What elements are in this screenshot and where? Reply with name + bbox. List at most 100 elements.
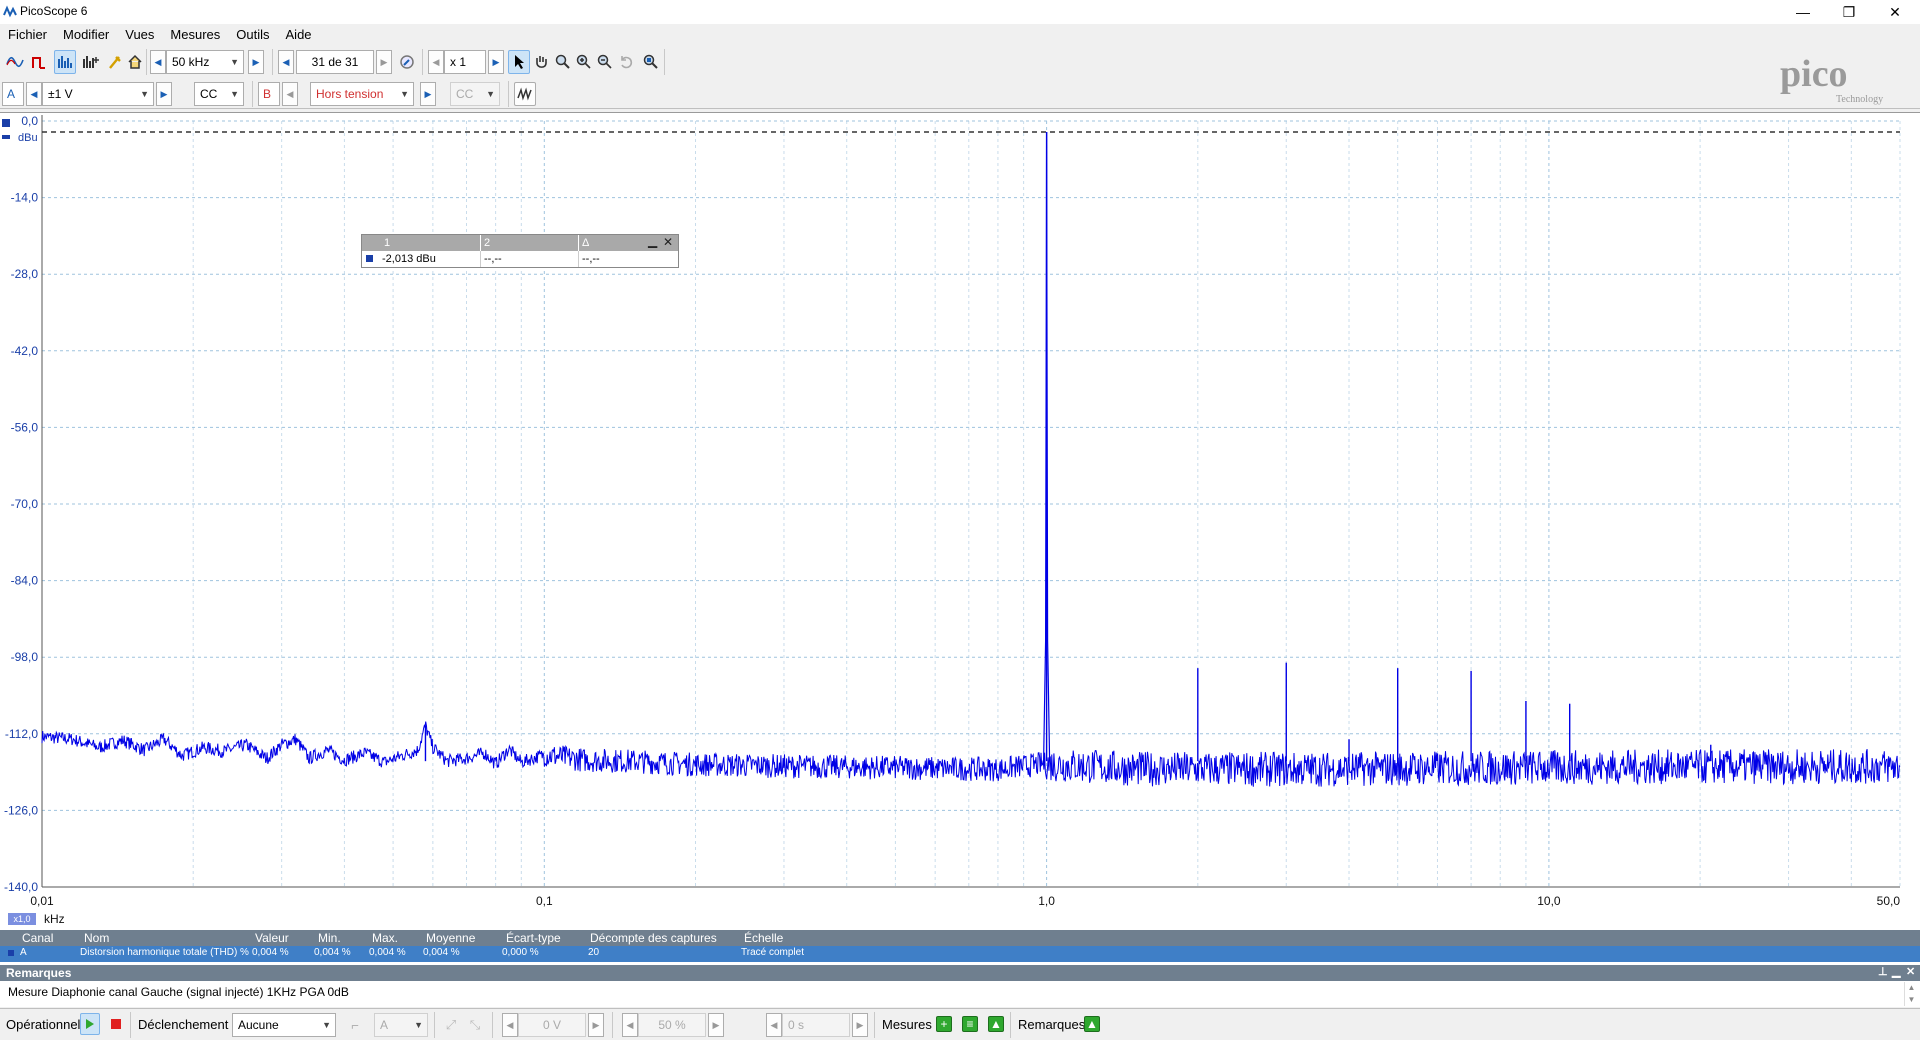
minimize-icon[interactable]: ▁ [1892, 965, 1900, 978]
close-icon[interactable]: ✕ [1906, 965, 1915, 978]
zoom-next-arrow-icon[interactable]: ▶ [488, 50, 504, 74]
falling-edge-icon[interactable]: ⤡ [464, 1013, 486, 1037]
threshold-prev-arrow-icon[interactable]: ◀ [502, 1013, 518, 1037]
trigger-source-select[interactable]: A ▼ [374, 1013, 428, 1037]
spectrum-view[interactable]: 0,0 -14,0 -28,0 -42,0 -56,0 -70,0 -84,0 -98,0 -1… [0, 112, 1920, 930]
y-tick-label: -28,0 [11, 267, 39, 281]
channel-a-range-select[interactable]: ±1 V ▼ [42, 82, 154, 106]
pin-icon[interactable]: ⊥ [1878, 965, 1888, 978]
channel-a-axis-marker [2, 119, 10, 127]
trigger-mode-select[interactable]: Aucune ▼ [232, 1013, 336, 1037]
buffer-navigator-icon[interactable] [396, 50, 418, 74]
menu-fichier[interactable]: Fichier [0, 24, 55, 46]
range-b-next-arrow-icon[interactable]: ▶ [420, 82, 436, 106]
noise-floor-trace [41, 721, 1901, 787]
pointer-tool-icon[interactable] [508, 50, 530, 74]
buffer-position-field[interactable]: 31 de 31 [296, 50, 374, 74]
add-view-icon[interactable] [80, 50, 102, 74]
pretrigger-prev-arrow-icon[interactable]: ◀ [622, 1013, 638, 1037]
close-icon[interactable]: ✕ [663, 235, 673, 249]
x-tick-label: 50,0 [1877, 894, 1901, 908]
cell-canal: A [20, 947, 27, 958]
channel-a-coupling-select[interactable]: CC ▼ [194, 82, 244, 106]
x-zoom-badge: x1,0 [8, 913, 36, 925]
spectrum-chart[interactable]: 0,0 -14,0 -28,0 -42,0 -56,0 -70,0 -84,0 -98,0 -1… [0, 113, 1920, 931]
undo-zoom-icon[interactable] [615, 50, 637, 74]
chevron-down-icon: ▼ [140, 89, 149, 99]
channel-b-range-select[interactable]: Hors tension ▼ [310, 82, 414, 106]
signal-generator-icon[interactable] [514, 82, 536, 106]
chevron-down-icon: ▼ [322, 1020, 331, 1030]
run-icon[interactable] [80, 1013, 100, 1035]
menu-modifier[interactable]: Modifier [55, 24, 117, 46]
spectrum-mode-icon[interactable] [54, 50, 76, 74]
ruler-table[interactable]: 1 2 Δ ▁ ✕ -2,013 dBu --,-- --,-- [361, 234, 679, 268]
remarks-text[interactable]: Mesure Diaphonie canal Gauche (signal in… [8, 985, 349, 999]
range-b-prev-arrow-icon[interactable]: ◀ [282, 82, 298, 106]
separator [508, 81, 509, 107]
zoom-region-icon[interactable] [552, 50, 574, 74]
zoom-prev-arrow-icon[interactable]: ◀ [428, 50, 444, 74]
remarks-scrollbar[interactable]: ▲ ▼ [1904, 982, 1918, 1006]
threshold-field[interactable]: 0 V [518, 1013, 586, 1037]
threshold-next-arrow-icon[interactable]: ▶ [588, 1013, 604, 1037]
channel-b-options[interactable]: B [258, 82, 280, 106]
pretrigger-next-arrow-icon[interactable]: ▶ [708, 1013, 724, 1037]
trigger-source-value: A [380, 1018, 389, 1032]
measurements-header: Canal Nom Valeur Min. Max. Moyenne Écart… [0, 930, 1920, 946]
picoscope-app-icon [3, 5, 17, 18]
zoom-factor-field[interactable]: x 1 [444, 50, 486, 74]
ruler-value-1: -2,013 dBu [382, 253, 436, 265]
delay-next-arrow-icon[interactable]: ▶ [852, 1013, 868, 1037]
menu-mesures[interactable]: Mesures [162, 24, 228, 46]
ruler-value-2: --,-- [484, 253, 502, 265]
trigger-properties-icon[interactable]: ⌐ [344, 1013, 366, 1037]
trigger-mode-value: Aucune [238, 1018, 279, 1032]
delay-field[interactable]: 0 s [782, 1013, 850, 1037]
separator [1010, 1012, 1011, 1038]
close-button[interactable]: ✕ [1872, 0, 1918, 24]
menu-aide[interactable]: Aide [278, 24, 320, 46]
separator [422, 49, 423, 75]
y-tick-label: 0,0 [21, 114, 38, 128]
buffer-prev-arrow-icon[interactable]: ◀ [278, 50, 294, 74]
minimize-icon[interactable]: ▁ [648, 234, 657, 248]
channel-b-label: B [263, 87, 272, 101]
stop-icon[interactable] [106, 1013, 126, 1035]
toggle-remarks-icon[interactable]: ▲ [1084, 1016, 1100, 1032]
delete-measurement-icon[interactable]: ▲ [988, 1016, 1004, 1032]
zoom-out-icon[interactable] [594, 50, 616, 74]
menu-vues[interactable]: Vues [117, 24, 162, 46]
buffer-next-arrow-icon[interactable]: ▶ [376, 50, 392, 74]
zoom-overview-icon[interactable] [640, 50, 662, 74]
buffer-position-value: 31 de 31 [311, 55, 359, 69]
edit-measurement-icon[interactable]: ≡ [962, 1016, 978, 1032]
rising-edge-icon[interactable]: ⤢ [440, 1013, 462, 1037]
minimize-button[interactable]: — [1780, 0, 1826, 24]
restore-button[interactable]: ❐ [1826, 0, 1872, 24]
main-toolbar: ◀ 50 kHz ▼ ▶ ◀ 31 de 31 ▶ ◀ x 1 ▶ [0, 46, 1920, 79]
y-tick-label: -84,0 [11, 574, 39, 588]
add-measurement-icon[interactable]: + [936, 1016, 952, 1032]
collection-next-arrow-icon[interactable]: ▶ [248, 50, 264, 74]
channel-b-coupling-select[interactable]: CC ▼ [450, 82, 500, 106]
range-a-prev-arrow-icon[interactable]: ◀ [26, 82, 42, 106]
pretrigger-field[interactable]: 50 % [638, 1013, 706, 1037]
range-a-next-arrow-icon[interactable]: ▶ [156, 82, 172, 106]
pico-logo-subtext: Technology [1836, 94, 1883, 105]
zoom-in-icon[interactable] [573, 50, 595, 74]
probe-icon[interactable] [104, 50, 126, 74]
home-icon[interactable] [124, 50, 146, 74]
hand-tool-icon[interactable] [530, 50, 552, 74]
table-row[interactable]: A Distorsion harmonique totale (THD) % 0… [0, 946, 1920, 962]
y-tick-label: -42,0 [11, 344, 39, 358]
delay-prev-arrow-icon[interactable]: ◀ [766, 1013, 782, 1037]
collection-prev-arrow-icon[interactable]: ◀ [150, 50, 166, 74]
collection-time-select[interactable]: 50 kHz ▼ [166, 50, 244, 74]
persistence-mode-icon[interactable] [28, 50, 50, 74]
channel-a-options[interactable]: A [2, 82, 24, 106]
scope-mode-icon[interactable] [4, 50, 26, 74]
cell-valeur: 0,004 % [252, 947, 289, 958]
cell-moyenne: 0,004 % [423, 947, 460, 958]
menu-outils[interactable]: Outils [228, 24, 277, 46]
